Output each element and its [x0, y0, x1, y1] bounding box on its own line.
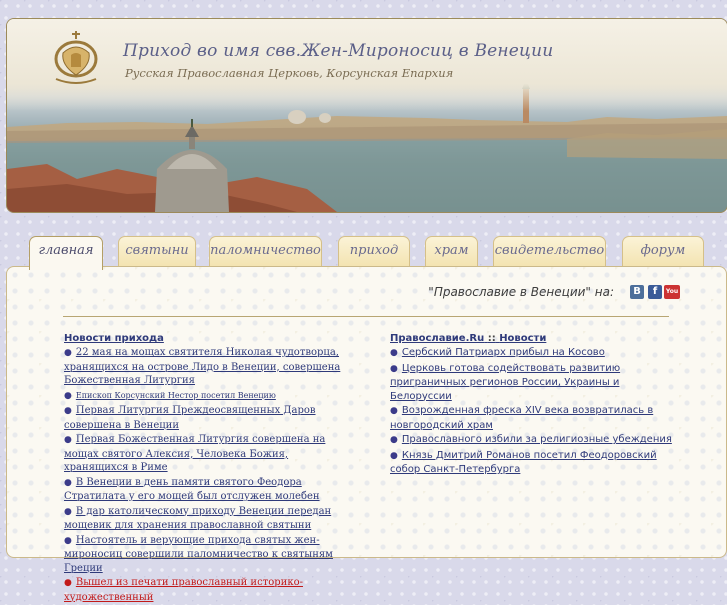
- bullet-icon: ●: [390, 363, 398, 374]
- tab-pilgrimage[interactable]: паломничество: [209, 236, 322, 267]
- list-item: ● Епископ Корсунский Нестор посетил Венец…: [64, 389, 344, 404]
- list-item: ● Возрожденная фреска XIV века возвратила…: [390, 404, 680, 432]
- vk-icon[interactable]: В: [630, 285, 644, 299]
- divider: [63, 316, 669, 317]
- bullet-icon: ●: [64, 390, 72, 401]
- bullet-icon: ●: [390, 406, 398, 416]
- facebook-icon[interactable]: f: [648, 285, 662, 299]
- tab-forum[interactable]: форум: [622, 236, 704, 267]
- bullet-icon: ●: [64, 477, 72, 488]
- list-item: ● Сербский Патриарх прибыл на Косово: [390, 346, 680, 361]
- bullet-icon: ●: [390, 348, 398, 358]
- news-link[interactable]: Церковь готова содействовать развитию пр…: [390, 363, 620, 402]
- news-link[interactable]: 22 мая на мощах святителя Николая чудотв…: [64, 347, 340, 386]
- news-link[interactable]: Епископ Корсунский Нестор посетил Венеци…: [76, 391, 276, 400]
- youtube-icon[interactable]: You: [664, 285, 680, 299]
- bullet-icon: ●: [64, 535, 72, 546]
- bullet-icon: ●: [64, 578, 72, 588]
- header-banner: Приход во имя свв.Жен-Мироносиц в Венеци…: [6, 18, 727, 213]
- list-item: ● Первая Божественная Литургия совершена …: [64, 433, 344, 475]
- news-link[interactable]: Настоятель и верующие прихода святых жен…: [64, 535, 333, 574]
- bullet-icon: ●: [64, 406, 72, 416]
- bullet-icon: ●: [64, 348, 72, 358]
- parish-news-list: ● 22 мая на мощах святителя Николая чудот…: [64, 346, 344, 604]
- source-link[interactable]: Православие.Ru: [390, 333, 484, 344]
- list-item: ● Церковь готова содействовать развитию п…: [390, 362, 680, 404]
- header-band: [7, 19, 727, 111]
- bullet-icon: ●: [64, 506, 72, 517]
- tab-home[interactable]: главная: [29, 236, 103, 270]
- news-link[interactable]: Князь Дмитрий Романов посетил Феодоровск…: [390, 450, 657, 476]
- content-panel: "Православие в Венеции" на: В f You Ново…: [6, 266, 727, 603]
- parish-news-heading[interactable]: Новости прихода: [64, 333, 344, 344]
- list-item: ● Вышел из печати православный историко-х…: [64, 576, 344, 604]
- pravoslavie-news-list: ● Сербский Патриарх прибыл на Косово ● Цер…: [390, 346, 680, 477]
- news-link[interactable]: Сербский Патриарх прибыл на Косово: [402, 347, 605, 358]
- news-heading-link[interactable]: Новости: [499, 333, 546, 344]
- bullet-icon: ●: [390, 435, 398, 445]
- news-link[interactable]: Вышел из печати православный историко-ху…: [64, 577, 303, 603]
- site-subtitle: Русская Православная Церковь, Корсунская…: [125, 66, 454, 80]
- main-navigation: главная святыни паломничество приход хра…: [0, 236, 727, 270]
- parish-logo-icon: [54, 31, 98, 84]
- news-link[interactable]: В дар католическому приходу Венеции пере…: [64, 506, 331, 532]
- bullet-icon: ●: [390, 450, 398, 461]
- tab-testimony[interactable]: свидетельство: [493, 236, 606, 267]
- news-link[interactable]: В Венеции в день памяти святого Феодора …: [64, 477, 320, 503]
- heading-separator: ::: [487, 333, 496, 344]
- news-link[interactable]: Первая Божественная Литургия совершена н…: [64, 434, 325, 473]
- tab-church[interactable]: храм: [425, 236, 478, 267]
- parish-news: Новости прихода ● 22 мая на мощах святите…: [64, 333, 344, 605]
- bullet-icon: ●: [64, 435, 72, 445]
- list-item: ● Православного избили за религиозные убе…: [390, 433, 680, 448]
- news-link[interactable]: Первая Литургия Преждеосвященных Даров с…: [64, 405, 316, 431]
- list-item: ● Первая Литургия Преждеосвященных Даров …: [64, 404, 344, 432]
- list-item: ● В дар католическому приходу Венеции пер…: [64, 505, 344, 533]
- news-link[interactable]: Православного избили за религиозные убеж…: [402, 434, 672, 445]
- tab-relics[interactable]: святыни: [118, 236, 196, 267]
- news-link[interactable]: Возрожденная фреска XIV века возвратилас…: [390, 405, 653, 431]
- list-item: ● В Венеции в день памяти святого Феодора…: [64, 476, 344, 504]
- list-item: ● 22 мая на мощах святителя Николая чудот…: [64, 346, 344, 388]
- list-item: ● Настоятель и верующие прихода святых же…: [64, 534, 344, 576]
- social-caption: "Православие в Венеции" на:: [428, 285, 614, 299]
- list-item: ● Князь Дмитрий Романов посетил Феодоровс…: [390, 449, 680, 477]
- site-title: Приход во имя свв.Жен-Мироносиц в Венеци…: [123, 41, 554, 61]
- pravoslavie-news-heading: Православие.Ru :: Новости: [390, 333, 680, 344]
- tab-parish[interactable]: приход: [338, 236, 410, 267]
- pravoslavie-news: Православие.Ru :: Новости ● Сербский Патр…: [390, 333, 680, 478]
